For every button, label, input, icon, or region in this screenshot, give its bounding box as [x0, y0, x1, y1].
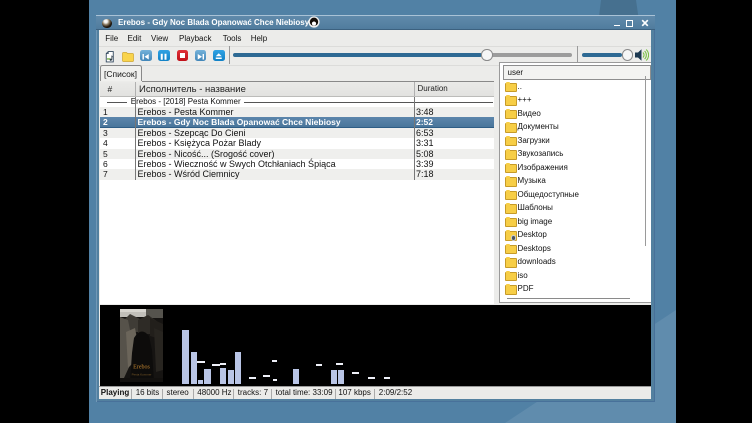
- svg-text:Erebos: Erebos: [133, 365, 150, 371]
- svg-text:Pesta Kommer: Pesta Kommer: [131, 373, 151, 377]
